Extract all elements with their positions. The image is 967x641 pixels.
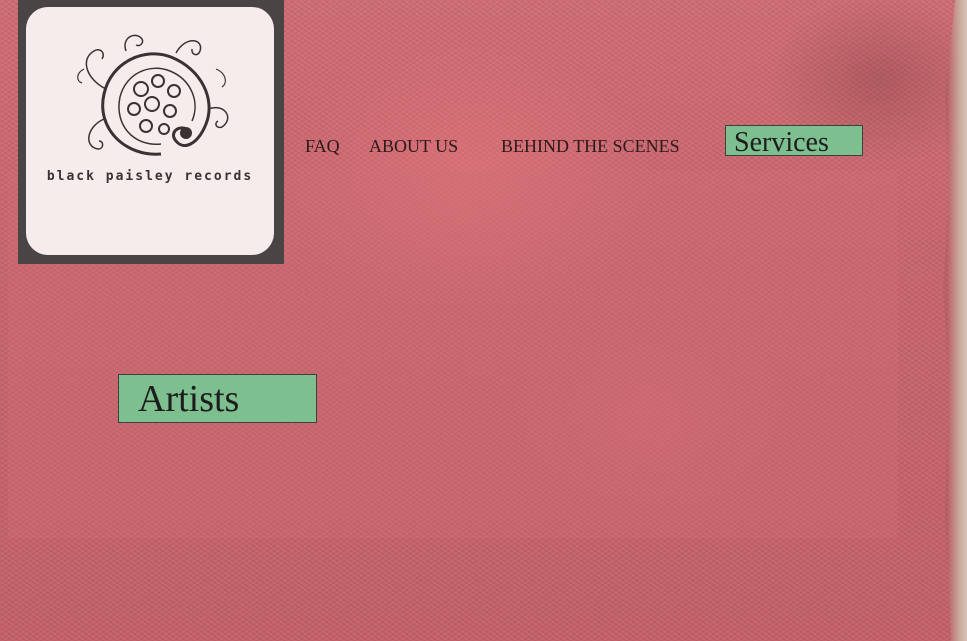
logo-card: black paisley records bbox=[26, 7, 274, 255]
services-button[interactable]: Services bbox=[725, 125, 863, 158]
artists-button[interactable]: Artists bbox=[118, 374, 317, 423]
paisley-icon bbox=[77, 34, 229, 156]
nav-behind-the-scenes-link[interactable]: BEHIND THE SCENES bbox=[501, 136, 680, 157]
nav-about-us-link[interactable]: ABOUT US bbox=[369, 136, 458, 157]
logo[interactable]: black paisley records bbox=[18, 0, 284, 264]
logo-wordmark: black paisley records bbox=[46, 169, 254, 184]
nav-faq-link[interactable]: FAQ bbox=[305, 136, 340, 157]
